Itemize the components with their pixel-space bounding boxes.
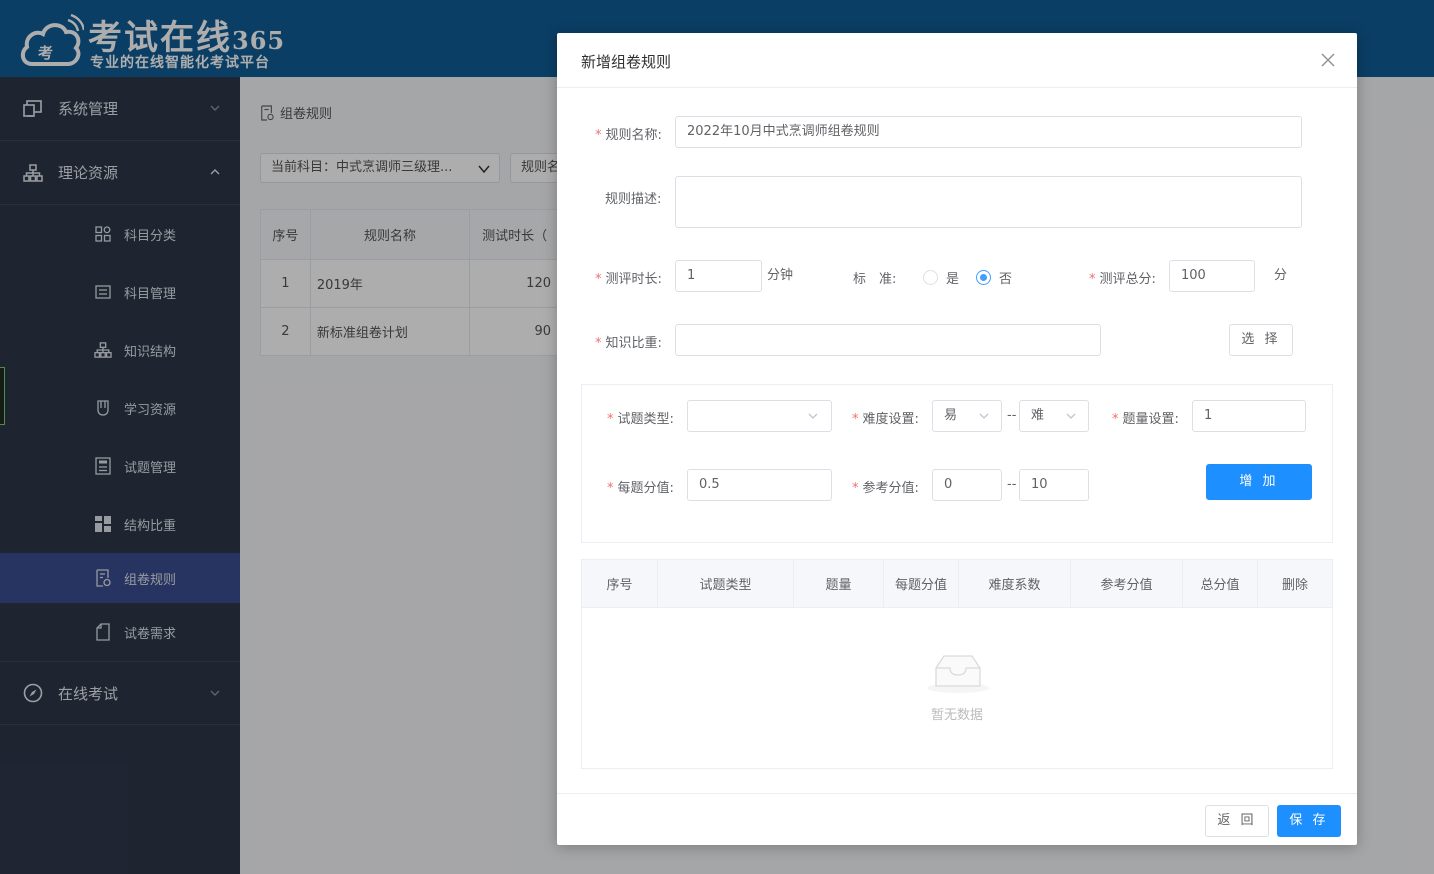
knowledge-ratio-input[interactable] [675,324,1101,356]
chevron-down-icon [808,413,818,419]
quantity-label: * 题量设置: [1112,412,1179,427]
add-rule-dialog: 新增组卷规则 * 规则名称: 2022年10月中式烹调师组卷规则 规则描述: * 测… [557,33,1357,845]
radio-circle [923,270,938,285]
chevron-down-icon [979,413,989,419]
add-button[interactable]: 增 加 [1206,464,1312,500]
column-header: 删除 [1281,578,1308,593]
rule-items-table: 序号 试题类型 题量 每题分值 难度系数 参考分值 总分值 删除 暂无数据 [581,559,1333,769]
standard-label: 标 准: [853,272,897,287]
save-button[interactable]: 保 存 [1277,805,1341,837]
dialog-title: 新增组卷规则 [581,53,672,71]
ref-score-label: * 参考分值: [852,481,919,496]
dialog-header: 新增组卷规则 [557,33,1357,88]
rule-name-input[interactable]: 2022年10月中式烹调师组卷规则 [675,116,1302,148]
per-score-label-text: 每题分值: [617,481,674,496]
quantity-label-text: 题量设置: [1122,412,1179,427]
column-header: 序号 [582,560,658,607]
knowledge-ratio-label: * 知识比重: [595,336,662,351]
knowledge-ratio-label-text: 知识比重: [605,336,662,351]
column-header: 难度系数 [959,560,1071,607]
total-score-input[interactable]: 100 [1169,260,1255,292]
duration-input[interactable]: 1 [675,260,762,292]
question-type-label-text: 试题类型: [617,412,674,427]
ref-score-label-text: 参考分值: [862,481,919,496]
dialog-footer: 返 回 保 存 [557,793,1357,845]
difficulty-label: * 难度设置: [852,412,919,427]
column-header: 试题类型 [658,560,794,607]
per-score-input[interactable]: 0.5 [687,469,832,501]
per-score-label: * 每题分值: [607,481,674,496]
difficulty-label-text: 难度设置: [862,412,919,427]
column-header: 题量 [794,560,884,607]
table-header-row: 序号 试题类型 题量 每题分值 难度系数 参考分值 总分值 删除 [582,560,1332,608]
ref-score-from-input[interactable]: 0 [932,469,1002,501]
question-type-label: * 试题类型: [607,412,674,427]
difficulty-to-select[interactable]: 难 [1019,400,1089,432]
rule-desc-label: 规则描述: [605,192,662,207]
close-icon[interactable] [1321,53,1335,67]
column-header: 每题分值 [884,560,959,607]
quantity-input[interactable]: 1 [1192,400,1306,432]
back-button[interactable]: 返 回 [1205,805,1269,837]
radio-circle-checked [976,270,991,285]
choose-button[interactable]: 选 择 [1229,324,1293,356]
total-score-label: * 测评总分: [1089,272,1156,287]
duration-unit: 分钟 [767,268,794,283]
radio-label: 否 [999,272,1013,287]
rule-name-label-text: 规则名称: [605,128,662,143]
column-header: 参考分值 [1071,560,1183,607]
question-settings-box: * 试题类型: * 难度设置: 易 -- 难 * 题量设置: 1 * 每题分值: 0.5… [581,384,1333,543]
ref-score-to-input[interactable]: 10 [1019,469,1089,501]
duration-label-text: 测评时长: [605,272,662,287]
column-header: 总分值 [1183,560,1258,607]
rule-name-label: * 规则名称: [595,128,662,143]
difficulty-from-select[interactable]: 易 [932,400,1002,432]
standard-radio-no[interactable]: 否 [976,268,1012,287]
rule-desc-textarea[interactable] [675,176,1302,228]
radio-label: 是 [946,272,960,287]
chevron-down-icon [1066,413,1076,419]
empty-text: 暂无数据 [930,708,983,723]
total-score-unit: 分 [1274,268,1288,283]
empty-inbox-icon [927,655,989,693]
duration-label: * 测评时长: [595,272,662,287]
standard-radio-yes[interactable]: 是 [923,268,959,287]
total-score-label-text: 测评总分: [1099,272,1156,287]
range-separator: -- [1007,408,1017,423]
empty-state: 暂无数据 [582,608,1332,768]
range-separator: -- [1007,477,1017,492]
